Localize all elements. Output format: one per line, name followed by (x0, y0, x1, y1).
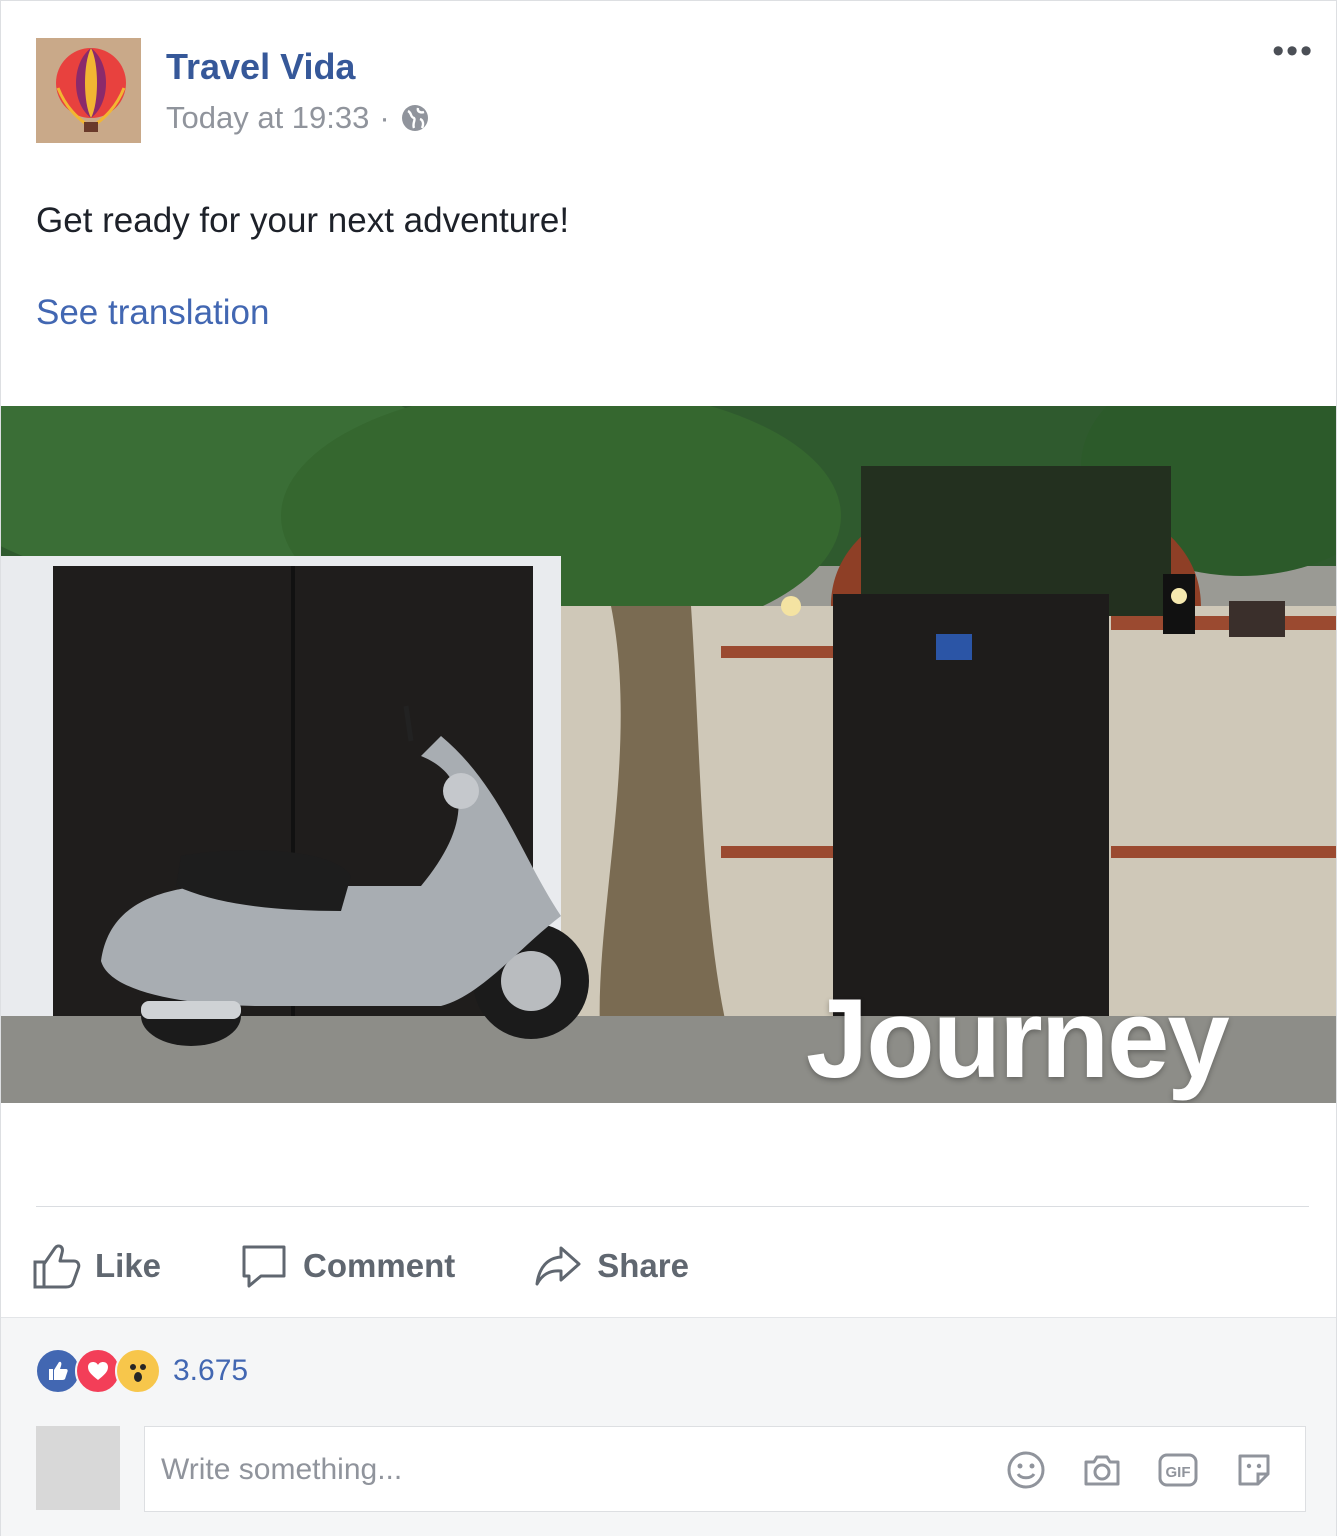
page-avatar[interactable] (36, 38, 141, 143)
svg-text:GIF: GIF (1166, 1464, 1191, 1481)
feed-post: Travel Vida Today at 19:33 · ••• Get rea… (0, 0, 1337, 1536)
meta-separator: · (379, 100, 390, 135)
post-photo[interactable]: Journey (1, 406, 1336, 1103)
emoji-icon[interactable] (1005, 1449, 1047, 1491)
composer-tools: GIF (1005, 1449, 1275, 1491)
post-message: Get ready for your next adventure! (36, 201, 570, 240)
like-button[interactable]: Like (31, 1242, 161, 1290)
more-options-icon[interactable]: ••• (1272, 34, 1314, 68)
sticker-icon[interactable] (1233, 1449, 1275, 1491)
action-divider (36, 1206, 1309, 1207)
reaction-count[interactable]: 3.675 (173, 1354, 248, 1388)
comment-button[interactable]: Comment (239, 1242, 455, 1290)
share-label: Share (597, 1247, 689, 1284)
post-meta: Today at 19:33 · (166, 100, 430, 136)
comment-bubble-icon (242, 1245, 286, 1288)
comment-composer[interactable]: GIF (144, 1426, 1306, 1513)
wow-reaction-icon (115, 1348, 161, 1394)
globe-icon[interactable] (400, 103, 430, 133)
camera-icon[interactable] (1081, 1449, 1123, 1491)
post-timestamp[interactable]: Today at 19:33 (166, 100, 369, 136)
commenter-avatar (36, 1426, 120, 1510)
like-label: Like (95, 1247, 162, 1284)
post-actions: Like Comment Share (31, 1231, 767, 1301)
share-arrow-icon (535, 1246, 581, 1286)
see-translation-link[interactable]: See translation (36, 293, 269, 333)
share-button[interactable]: Share (533, 1242, 689, 1290)
page-name-link[interactable]: Travel Vida (166, 46, 355, 88)
gif-icon[interactable]: GIF (1157, 1449, 1199, 1491)
hot-air-balloon-logo (36, 38, 141, 143)
comment-label: Comment (303, 1247, 456, 1284)
photo-overlay-title: Journey (806, 976, 1230, 1101)
post-footer: 3.675 GIF (1, 1317, 1336, 1536)
reactions-summary[interactable]: 3.675 (35, 1348, 248, 1394)
comment-input[interactable] (159, 1427, 963, 1513)
thumbs-up-icon (33, 1244, 81, 1289)
